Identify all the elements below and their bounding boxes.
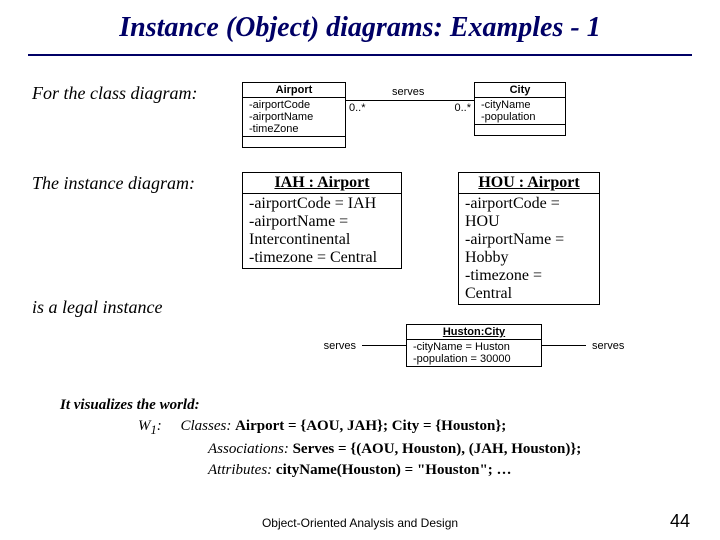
link-line-left	[362, 345, 406, 346]
slot: -airportName = Intercontinental	[249, 213, 395, 249]
class-city: City -cityName -population	[474, 82, 566, 136]
class-diagram-row: For the class diagram: Airport -airportC…	[32, 82, 692, 148]
attr: -airportName	[249, 111, 339, 123]
footer-text: Object-Oriented Analysis and Design	[0, 516, 720, 530]
slot: -airportCode = IAH	[249, 195, 395, 213]
attr: -timeZone	[249, 123, 339, 135]
attr-value: cityName(Houston) = "Houston"; …	[276, 462, 512, 478]
instance-hou: HOU : Airport -airportCode = HOU -airpor…	[458, 172, 600, 305]
class-airport-ops	[243, 137, 345, 147]
instance-hou-name: HOU : Airport	[459, 173, 599, 194]
class-airport: Airport -airportCode -airportName -timeZ…	[242, 82, 346, 148]
attr-label: Attributes:	[208, 462, 276, 478]
instance-diagram-row: The instance diagram: IAH : Airport -air…	[32, 172, 692, 305]
classes-label: Classes:	[181, 418, 236, 434]
world-line-classes: W1: Classes: Airport = {AOU, JAH}; City …	[138, 416, 692, 439]
instance-huston-attrs: -cityName = Huston -population = 30000	[407, 340, 541, 366]
slot: -airportName = Hobby	[465, 231, 593, 267]
attr: -cityName	[481, 99, 559, 111]
assoc-value: Serves = {(AOU, Houston), (JAH, Houston)…	[293, 441, 582, 457]
instance-diagram-bottom: serves Huston:City -cityName = Huston -p…	[238, 324, 692, 367]
class-diagram: Airport -airportCode -airportName -timeZ…	[242, 82, 566, 148]
instance-huston-name: Huston:City	[407, 325, 541, 340]
link-line-right	[542, 345, 586, 346]
attr: -airportCode	[249, 99, 339, 111]
lead-class: For the class diagram:	[32, 82, 242, 105]
instance-iah: IAH : Airport -airportCode = IAH -airpor…	[242, 172, 402, 269]
world-header: It visualizes the world:	[60, 395, 692, 416]
lead-instance: The instance diagram:	[32, 172, 242, 195]
instance-iah-attrs: -airportCode = IAH -airportName = Interc…	[243, 194, 401, 268]
instance-hou-attrs: -airportCode = HOU -airportName = Hobby …	[459, 194, 599, 304]
slot: -timezone = Central	[249, 249, 395, 267]
instance-huston: Huston:City -cityName = Huston -populati…	[406, 324, 542, 367]
instance-diagram-top: IAH : Airport -airportCode = IAH -airpor…	[242, 172, 600, 305]
class-city-attrs: -cityName -population	[475, 98, 565, 125]
association-serves: serves 0..* 0..*	[346, 100, 474, 101]
slot: -population = 30000	[413, 353, 535, 365]
world-colon: :	[157, 418, 166, 434]
slide-title: Instance (Object) diagrams: Examples - 1	[28, 12, 692, 50]
slot: -cityName = Huston	[413, 341, 535, 353]
world-w: W	[138, 418, 151, 434]
classes-value: Airport = {AOU, JAH}; City = {Houston};	[235, 418, 506, 434]
class-city-ops	[475, 125, 565, 135]
attr: -population	[481, 111, 559, 123]
title-rule	[28, 54, 692, 56]
page-number: 44	[670, 511, 690, 532]
mult-right: 0..*	[454, 102, 471, 114]
class-airport-attrs: -airportCode -airportName -timeZone	[243, 98, 345, 137]
world-line-attr: Attributes: cityName(Houston) = "Houston…	[208, 460, 692, 481]
assoc-label: Associations:	[208, 441, 293, 457]
world-line-assoc: Associations: Serves = {(AOU, Houston), …	[208, 439, 692, 460]
mult-left: 0..*	[349, 102, 366, 114]
link-label-right: serves	[592, 340, 624, 352]
class-airport-name: Airport	[243, 83, 345, 98]
instance-iah-name: IAH : Airport	[243, 173, 401, 194]
class-city-name: City	[475, 83, 565, 98]
link-label-left: serves	[324, 340, 356, 352]
slot: -timezone = Central	[465, 267, 593, 303]
slot: -airportCode = HOU	[465, 195, 593, 231]
world-block: It visualizes the world: W1: Classes: Ai…	[60, 395, 692, 480]
assoc-label: serves	[392, 86, 424, 98]
